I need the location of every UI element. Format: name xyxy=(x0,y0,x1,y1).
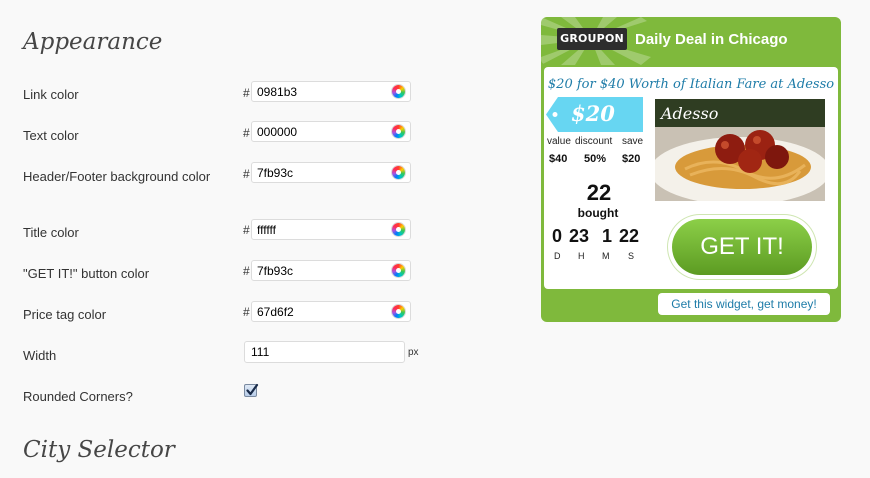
hash-symbol: # xyxy=(243,86,250,100)
bought-count: 22 xyxy=(586,180,612,205)
countdown-minutes: 1 xyxy=(602,226,613,246)
bought-label: bought xyxy=(577,206,619,220)
label-link-color: Link color xyxy=(23,87,79,102)
hash-symbol: # xyxy=(243,126,250,140)
countdown-days-label: D xyxy=(554,251,561,261)
section-heading-city-selector: City Selector xyxy=(23,437,175,463)
countdown-hours-label: H xyxy=(578,251,585,261)
save-amount: $20 xyxy=(622,153,641,165)
title-color-input[interactable]: ffffff xyxy=(251,219,411,240)
button-color-input[interactable]: 7fb93c xyxy=(251,260,411,281)
color-wheel-icon[interactable] xyxy=(392,166,405,179)
width-value: 111 xyxy=(251,345,270,359)
price-tag: $20 xyxy=(546,97,643,132)
text-color-input[interactable]: 000000 xyxy=(251,121,411,142)
label-button-color: "GET IT!" button color xyxy=(23,266,150,281)
section-heading-appearance: Appearance xyxy=(23,29,163,55)
widget-header: GROUPON Daily Deal in Chicago xyxy=(541,17,841,65)
deal-image[interactable]: Adesso xyxy=(655,99,825,201)
color-wheel-icon[interactable] xyxy=(392,264,405,277)
value-amount: $40 xyxy=(549,153,568,165)
countdown-hours: 23 xyxy=(569,226,590,246)
color-wheel-icon[interactable] xyxy=(392,85,405,98)
widget-body: $20 for $40 Worth of Italian Fare at Ade… xyxy=(544,67,838,289)
checkmark-icon xyxy=(246,383,259,396)
save-label: save xyxy=(622,136,644,147)
deal-price: $20 xyxy=(571,101,615,126)
widget-title: Daily Deal in Chicago xyxy=(635,31,788,48)
hash-symbol: # xyxy=(243,264,250,278)
countdown-days: 0 xyxy=(552,226,563,246)
button-color-value: 7fb93c xyxy=(257,264,294,278)
hash-symbol: # xyxy=(243,223,250,237)
deal-title[interactable]: $20 for $40 Worth of Italian Fare at Ade… xyxy=(544,77,838,92)
get-widget-link[interactable]: Get this widget, get money! xyxy=(658,293,830,315)
label-text-color: Text color xyxy=(23,128,79,143)
link-color-value: 0981b3 xyxy=(257,85,298,99)
color-wheel-icon[interactable] xyxy=(392,223,405,236)
label-rounded-corners: Rounded Corners? xyxy=(23,389,133,404)
width-input[interactable]: 111 xyxy=(244,341,405,363)
label-price-tag-color: Price tag color xyxy=(23,307,107,322)
price-tag-color-input[interactable]: 67d6f2 xyxy=(251,301,411,322)
get-it-button[interactable]: GET IT! xyxy=(672,219,812,275)
value-label: value xyxy=(547,136,571,147)
restaurant-logo: Adesso xyxy=(659,104,718,123)
label-title-color: Title color xyxy=(23,225,79,240)
spaghetti-meatballs-image: Adesso xyxy=(655,99,825,201)
width-unit: px xyxy=(408,347,419,358)
header-footer-bg-value: 7fb93c xyxy=(257,166,294,180)
countdown-seconds: 22 xyxy=(619,226,640,246)
color-wheel-icon[interactable] xyxy=(392,125,405,138)
rounded-corners-checkbox[interactable] xyxy=(244,383,259,397)
countdown-seconds-label: S xyxy=(628,251,635,261)
get-it-button-frame[interactable]: GET IT! xyxy=(668,215,816,279)
label-width: Width xyxy=(23,348,57,363)
groupon-widget-preview: GROUPON Daily Deal in Chicago $20 for $4… xyxy=(541,17,841,322)
price-tag-color-value: 67d6f2 xyxy=(257,305,294,319)
header-footer-bg-input[interactable]: 7fb93c xyxy=(251,162,411,183)
groupon-logo: GROUPON xyxy=(557,28,627,50)
label-header-footer-bg: Header/Footer background color xyxy=(23,169,211,184)
countdown-minutes-label: M xyxy=(602,251,610,261)
hash-symbol: # xyxy=(243,305,250,319)
title-color-value: ffffff xyxy=(257,223,276,237)
color-wheel-icon[interactable] xyxy=(392,305,405,318)
text-color-value: 000000 xyxy=(257,125,298,139)
discount-amount: 50% xyxy=(584,153,607,165)
discount-label: discount xyxy=(575,136,613,147)
link-color-input[interactable]: 0981b3 xyxy=(251,81,411,102)
hash-symbol: # xyxy=(243,167,250,181)
